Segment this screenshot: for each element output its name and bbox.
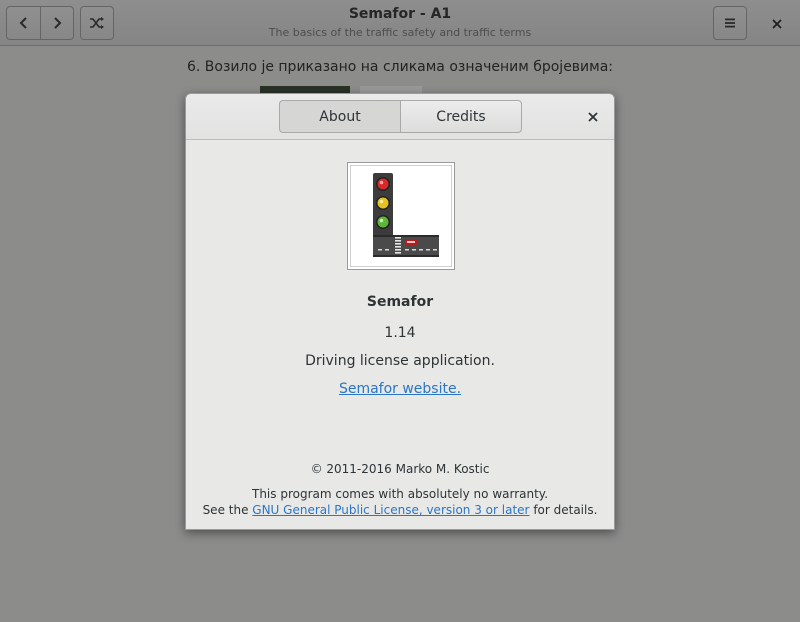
shuffle-button[interactable] <box>80 6 114 40</box>
dialog-close-button[interactable] <box>578 100 608 133</box>
tab-credits[interactable]: Credits <box>400 100 522 133</box>
website-link[interactable]: Semafor website. <box>339 381 461 397</box>
about-dialog: About Credits Semafor 1.14 Driving licen… <box>185 93 615 530</box>
forward-button[interactable] <box>40 6 74 40</box>
warranty-text: This program comes with absolutely no wa… <box>251 487 549 501</box>
app-comment: Driving license application. <box>305 353 495 369</box>
back-button[interactable] <box>6 6 41 40</box>
shuffle-icon <box>89 16 105 30</box>
copyright-text: © 2011-2016 Marko M. Kostic <box>310 462 490 476</box>
app-logo <box>347 162 455 270</box>
license-link[interactable]: GNU General Public License, version 3 or… <box>252 503 529 517</box>
app-version: 1.14 <box>384 325 416 341</box>
license-prefix: See the <box>202 503 249 517</box>
tab-about[interactable]: About <box>279 100 401 133</box>
window-title: Semafor - A1 <box>348 6 452 22</box>
close-icon <box>588 107 598 126</box>
app-name: Semafor <box>366 294 434 310</box>
main-header-bar: Semafor - A1 The basics of the traffic s… <box>0 0 800 46</box>
close-icon <box>772 14 782 33</box>
question-text: 6. Возило је приказано на сликама означе… <box>186 59 614 75</box>
hamburger-menu-icon <box>724 17 736 29</box>
chevron-right-icon <box>51 16 63 30</box>
license-text: See the GNU General Public License, vers… <box>186 503 614 517</box>
dialog-header: About Credits <box>186 94 614 140</box>
window-subtitle: The basics of the traffic safety and tra… <box>268 26 532 39</box>
menu-button[interactable] <box>713 6 747 40</box>
window-close-button[interactable] <box>760 6 794 40</box>
chevron-left-icon <box>18 16 30 30</box>
license-suffix: for details. <box>533 503 598 517</box>
website-row: Semafor website. <box>186 381 614 397</box>
